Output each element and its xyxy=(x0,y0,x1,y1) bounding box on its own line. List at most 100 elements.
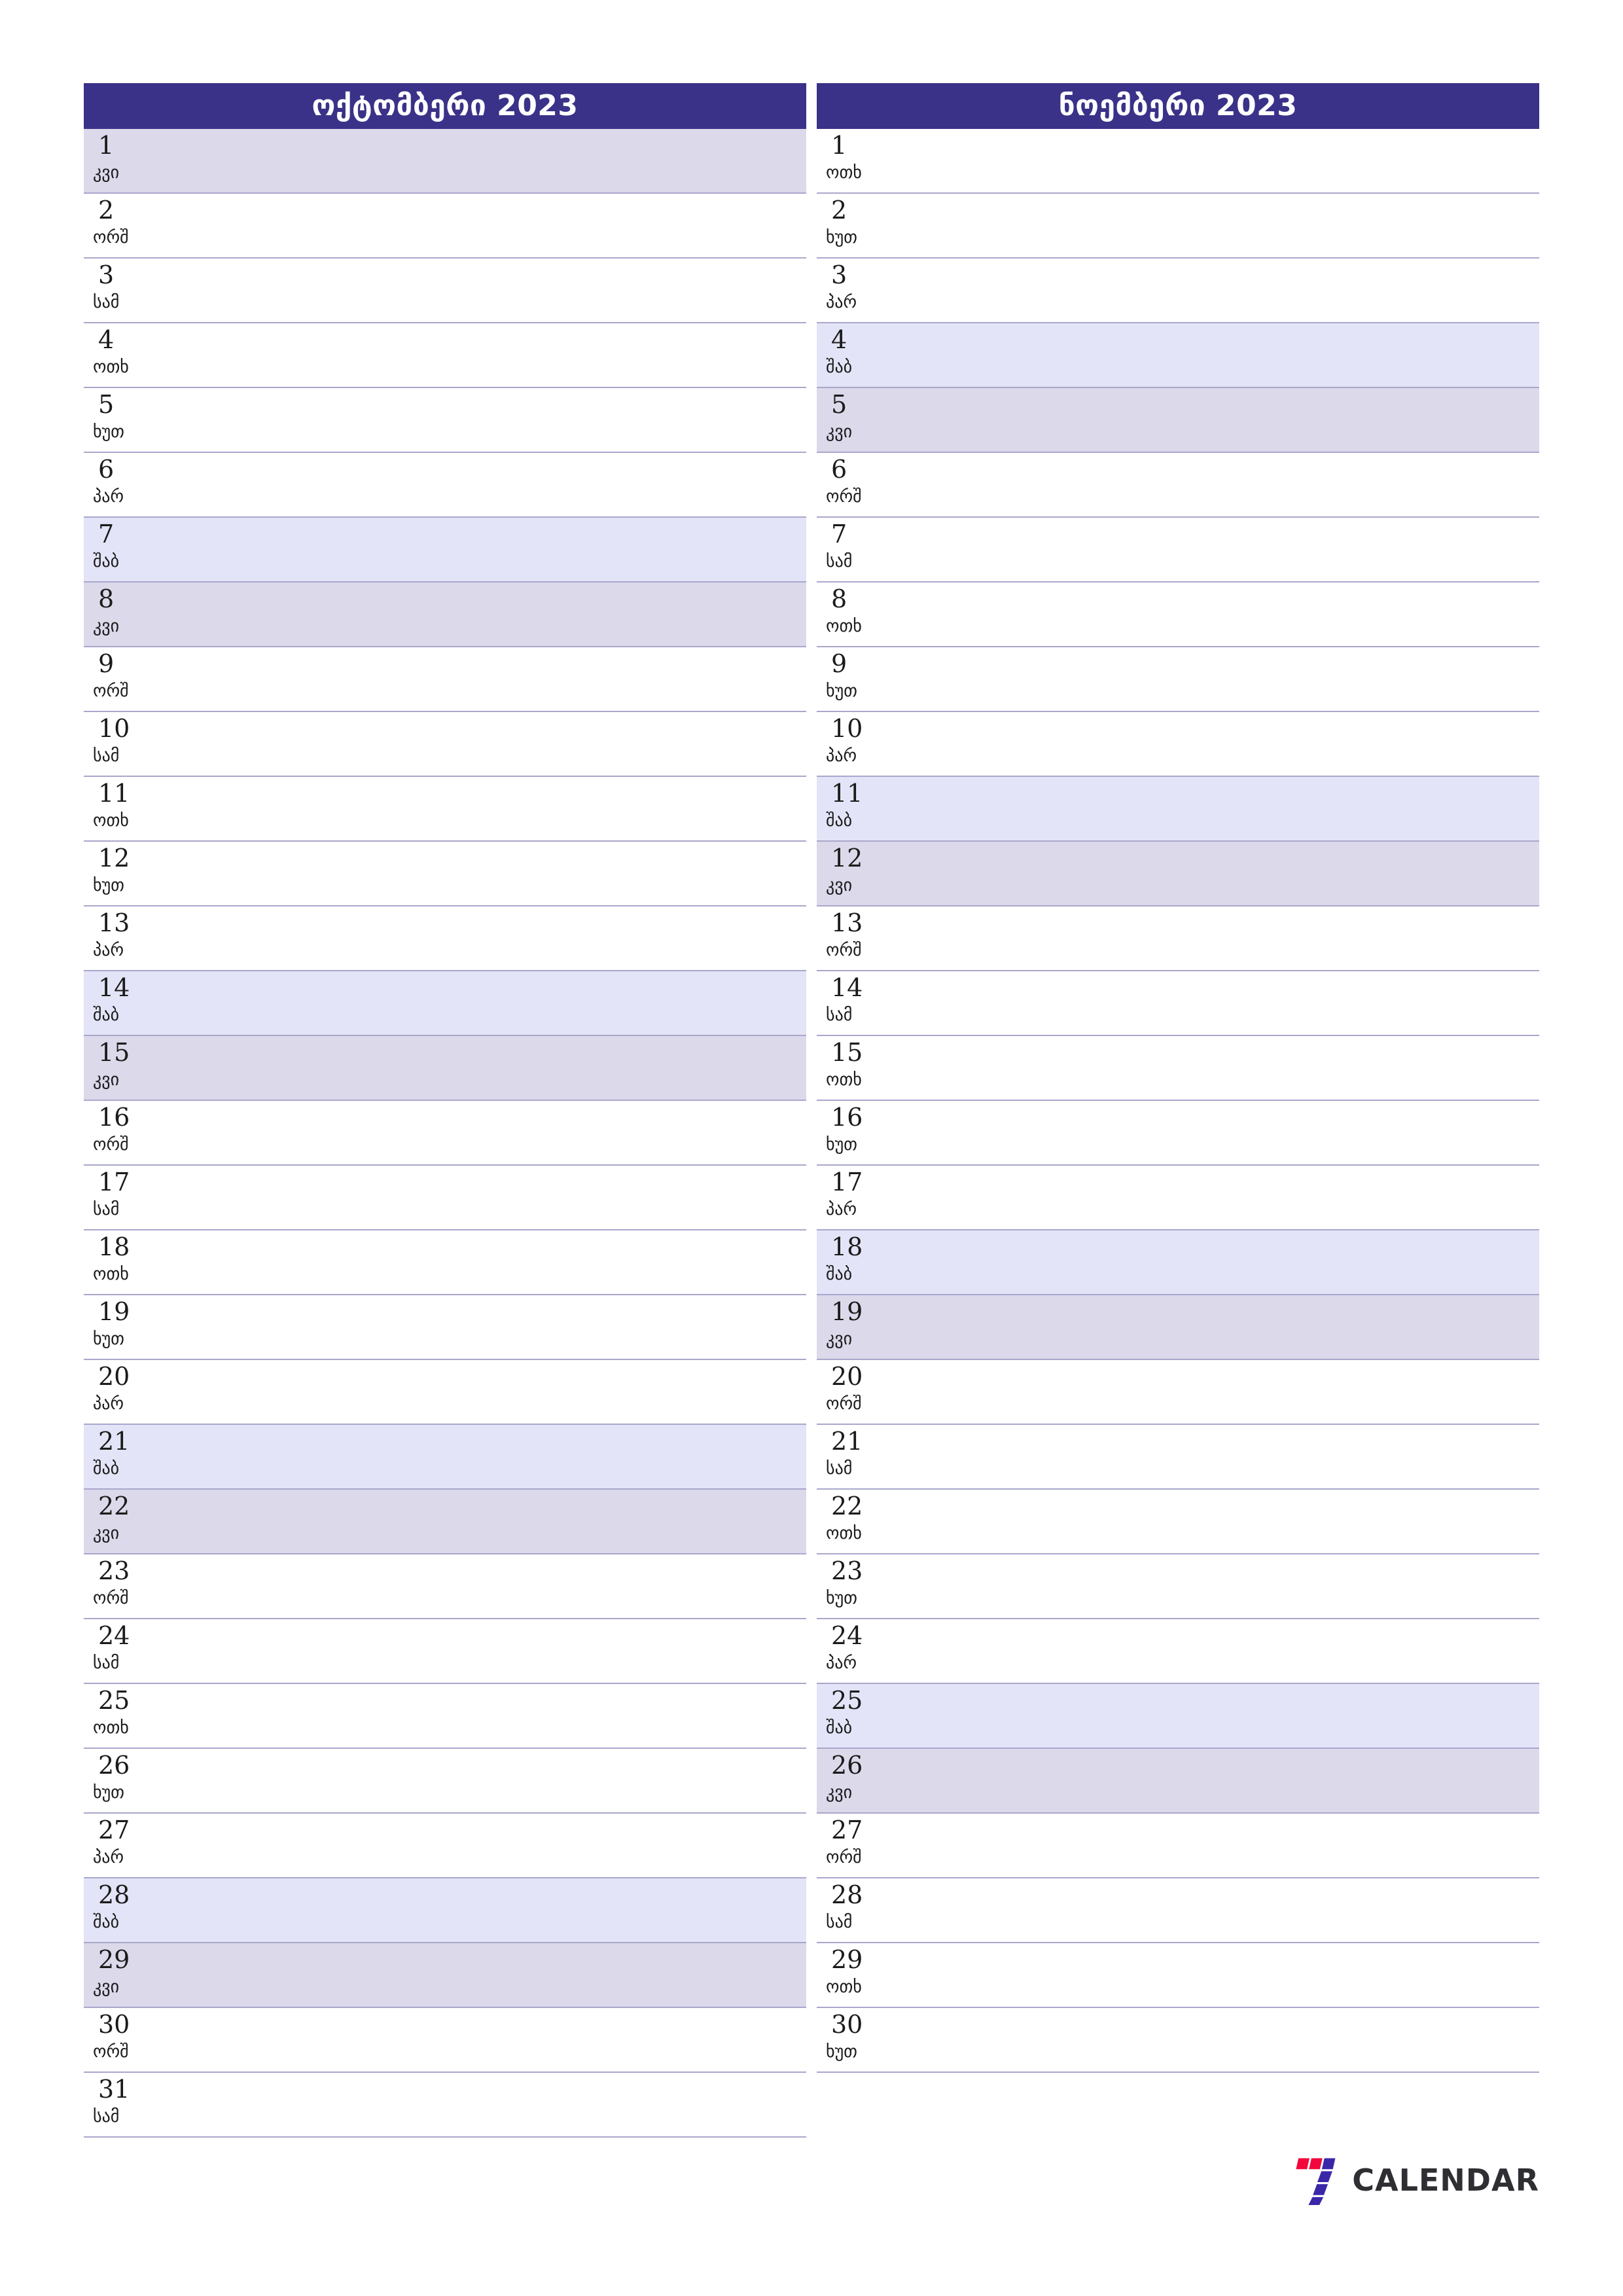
day-row[interactable]: 4 შაბ xyxy=(817,323,1539,388)
day-row[interactable]: 25 ოთხ xyxy=(84,1684,806,1749)
day-row[interactable]: 7 სამ xyxy=(817,518,1539,583)
day-weekday-abbr: შაბ xyxy=(93,1459,120,1479)
day-row[interactable]: 18 ოთხ xyxy=(84,1230,806,1295)
day-weekday-abbr: კვი xyxy=(826,422,853,442)
day-weekday-abbr: ოთხ xyxy=(826,163,862,183)
day-row[interactable]: 10 პარ xyxy=(817,712,1539,777)
day-number: 19 xyxy=(831,1297,863,1326)
day-row[interactable]: 10 სამ xyxy=(84,712,806,777)
day-row[interactable]: 27 პარ xyxy=(84,1814,806,1878)
day-number: 21 xyxy=(831,1427,863,1456)
day-row[interactable]: 13 ორშ xyxy=(817,906,1539,971)
day-row[interactable]: 11 ოთხ xyxy=(84,777,806,842)
day-weekday-abbr: ხუთ xyxy=(826,2042,857,2062)
day-weekday-abbr: სამ xyxy=(826,552,853,571)
day-row[interactable]: 28 სამ xyxy=(817,1878,1539,1943)
day-weekday-abbr: ორშ xyxy=(826,1394,862,1414)
day-row[interactable]: 3 სამ xyxy=(84,259,806,323)
day-row[interactable]: 14 სამ xyxy=(817,971,1539,1036)
day-number: 2 xyxy=(831,196,847,224)
day-row[interactable]: 5 კვი xyxy=(817,388,1539,453)
day-row[interactable]: 30 ხუთ xyxy=(817,2008,1539,2073)
day-row[interactable]: 19 კვი xyxy=(817,1295,1539,1360)
day-row[interactable]: 13 პარ xyxy=(84,906,806,971)
day-weekday-abbr: ოთხ xyxy=(93,1718,129,1738)
day-number: 7 xyxy=(98,520,115,548)
day-row[interactable]: 28 შაბ xyxy=(84,1878,806,1943)
day-weekday-abbr: ხუთ xyxy=(826,681,857,701)
day-number: 31 xyxy=(98,2075,130,2104)
day-row[interactable]: 25 შაბ xyxy=(817,1684,1539,1749)
day-row[interactable]: 15 ოთხ xyxy=(817,1036,1539,1101)
day-weekday-abbr: პარ xyxy=(826,293,857,312)
day-row[interactable]: 1 კვი xyxy=(84,129,806,194)
day-row[interactable]: 3 პარ xyxy=(817,259,1539,323)
day-row[interactable]: 9 ორშ xyxy=(84,647,806,712)
day-row[interactable]: 6 პარ xyxy=(84,453,806,518)
day-row[interactable]: 16 ხუთ xyxy=(817,1101,1539,1166)
day-number: 2 xyxy=(98,196,115,224)
day-number: 9 xyxy=(98,649,115,678)
day-row[interactable]: 29 კვი xyxy=(84,1943,806,2008)
day-row[interactable]: 22 ოთხ xyxy=(817,1490,1539,1554)
day-weekday-abbr: შაბ xyxy=(826,811,853,831)
day-row[interactable]: 20 პარ xyxy=(84,1360,806,1425)
day-row[interactable]: 31 სამ xyxy=(84,2073,806,2138)
day-row[interactable]: 19 ხუთ xyxy=(84,1295,806,1360)
day-row[interactable]: 20 ორშ xyxy=(817,1360,1539,1425)
day-row[interactable]: 5 ხუთ xyxy=(84,388,806,453)
day-row[interactable]: 21 სამ xyxy=(817,1425,1539,1490)
day-number: 1 xyxy=(98,131,115,160)
day-row[interactable]: 6 ორშ xyxy=(817,453,1539,518)
day-row[interactable]: 7 შაბ xyxy=(84,518,806,583)
day-weekday-abbr: ორშ xyxy=(93,1135,129,1155)
day-number: 28 xyxy=(98,1880,130,1909)
day-row[interactable]: 27 ორშ xyxy=(817,1814,1539,1878)
day-number: 15 xyxy=(98,1038,130,1067)
day-row[interactable]: 17 პარ xyxy=(817,1166,1539,1230)
day-row[interactable]: 2 ორშ xyxy=(84,194,806,259)
day-row[interactable]: 17 სამ xyxy=(84,1166,806,1230)
day-row[interactable]: 26 ხუთ xyxy=(84,1749,806,1814)
month-header-october: ოქტომბერი 2023 xyxy=(84,83,806,129)
day-row[interactable]: 14 შაბ xyxy=(84,971,806,1036)
day-row[interactable]: 21 შაბ xyxy=(84,1425,806,1490)
day-row[interactable]: 26 კვი xyxy=(817,1749,1539,1814)
day-row[interactable]: 16 ორშ xyxy=(84,1101,806,1166)
day-number: 26 xyxy=(98,1751,130,1780)
day-weekday-abbr: ხუთ xyxy=(93,1783,124,1803)
day-number: 14 xyxy=(98,973,130,1002)
day-row[interactable]: 15 კვი xyxy=(84,1036,806,1101)
day-weekday-abbr: ოთხ xyxy=(93,811,129,831)
day-number: 20 xyxy=(98,1362,130,1391)
day-number: 29 xyxy=(831,1945,863,1974)
day-number: 19 xyxy=(98,1297,130,1326)
day-row[interactable]: 22 კვი xyxy=(84,1490,806,1554)
day-row[interactable]: 24 სამ xyxy=(84,1619,806,1684)
day-row[interactable]: 11 შაბ xyxy=(817,777,1539,842)
day-number: 20 xyxy=(831,1362,863,1391)
day-row[interactable]: 24 პარ xyxy=(817,1619,1539,1684)
day-row[interactable]: 18 შაბ xyxy=(817,1230,1539,1295)
month-header-november: ნოემბერი 2023 xyxy=(817,83,1539,129)
day-row[interactable]: 8 კვი xyxy=(84,583,806,647)
day-number: 17 xyxy=(831,1168,863,1196)
day-weekday-abbr: პარ xyxy=(826,1653,857,1673)
day-number: 30 xyxy=(98,2010,130,2039)
day-row[interactable]: 12 კვი xyxy=(817,842,1539,906)
day-row[interactable]: 23 ორშ xyxy=(84,1554,806,1619)
day-row[interactable]: 8 ოთხ xyxy=(817,583,1539,647)
day-weekday-abbr: პარ xyxy=(826,746,857,766)
day-row[interactable]: 12 ხუთ xyxy=(84,842,806,906)
day-weekday-abbr: ორშ xyxy=(93,1588,129,1608)
brand-footer: CALENDAR xyxy=(1291,2155,1539,2205)
day-row[interactable]: 30 ორშ xyxy=(84,2008,806,2073)
day-row[interactable]: 4 ოთხ xyxy=(84,323,806,388)
day-row[interactable]: 2 ხუთ xyxy=(817,194,1539,259)
day-list-november: 1 ოთხ 2 ხუთ 3 პარ 4 შაბ 5 კვი 6 ორშ 7 სამ 8 ოთხ 9 ხუთ 10 პა… xyxy=(817,129,1539,2073)
day-row[interactable]: 9 ხუთ xyxy=(817,647,1539,712)
day-row[interactable]: 1 ოთხ xyxy=(817,129,1539,194)
day-weekday-abbr: ხუთ xyxy=(93,422,124,442)
day-row[interactable]: 23 ხუთ xyxy=(817,1554,1539,1619)
day-row[interactable]: 29 ოთხ xyxy=(817,1943,1539,2008)
